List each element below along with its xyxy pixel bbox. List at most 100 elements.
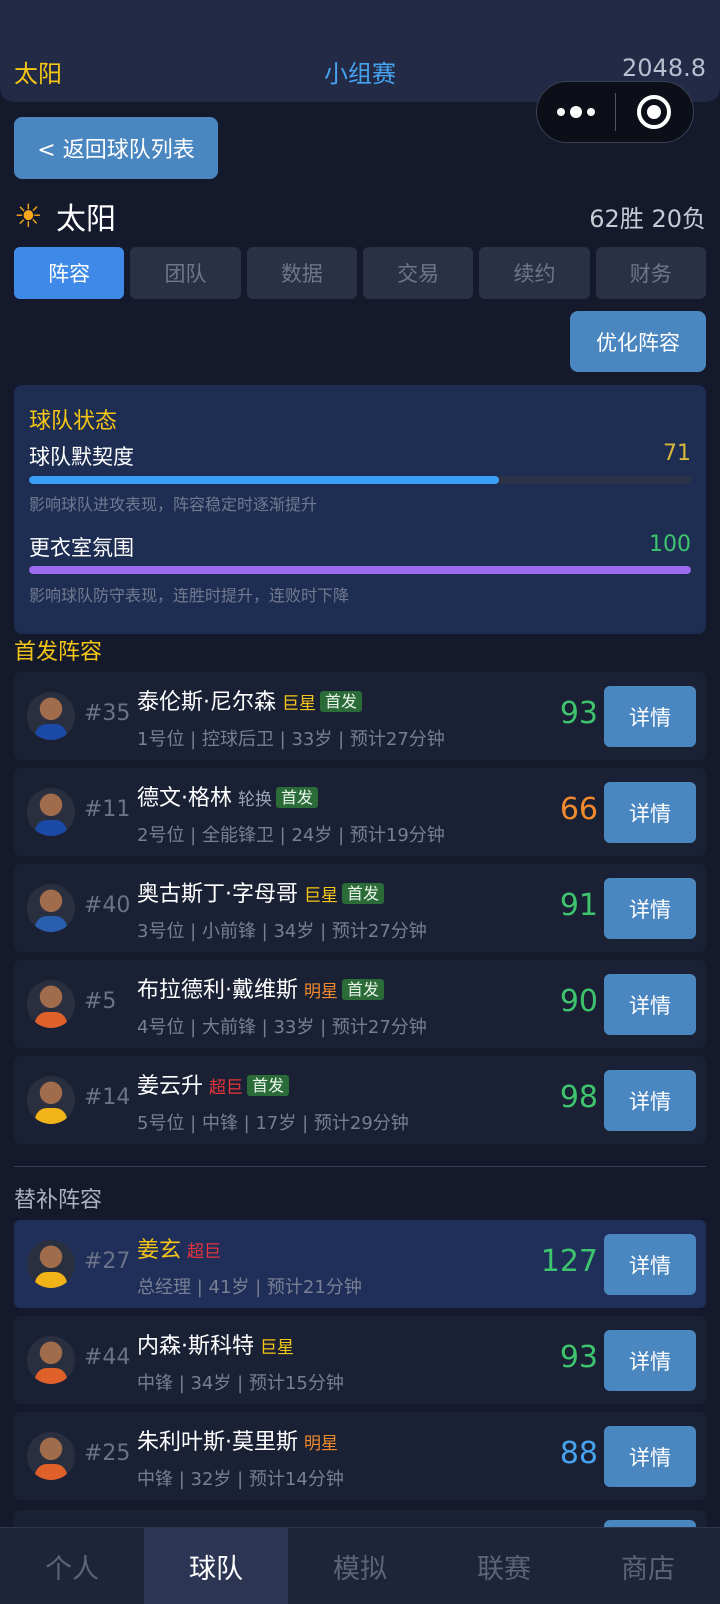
more-icon[interactable] xyxy=(537,106,615,118)
player-name: 姜玄 xyxy=(137,1238,182,1263)
player-tier: 明星 xyxy=(304,1434,338,1454)
player-avatar xyxy=(27,1336,75,1384)
chemistry-bar xyxy=(29,476,691,484)
nav-shop[interactable]: 商店 xyxy=(576,1528,720,1604)
player-info: 中锋 | 34岁 | 预计15分钟 xyxy=(137,1373,344,1394)
bottom-nav: 个人 球队 模拟 联赛 商店 xyxy=(0,1527,720,1604)
player-rating: 98 xyxy=(559,1080,598,1115)
player-rating: 93 xyxy=(559,1340,598,1375)
player-detail-button[interactable]: 详情 xyxy=(604,878,696,939)
player-rating: 66 xyxy=(559,792,598,827)
player-name: 德文·格林 xyxy=(137,786,232,811)
player-number: #44 xyxy=(84,1345,131,1370)
player-detail-button[interactable]: 详情 xyxy=(604,1330,696,1391)
morale-desc: 影响球队防守表现，连胜时提升，连败时下降 xyxy=(29,586,350,605)
starter-badge: 首发 xyxy=(276,787,319,808)
player-rating: 93 xyxy=(559,696,598,731)
player-info: 1号位 | 控球后卫 | 33岁 | 预计27分钟 xyxy=(137,729,445,750)
bench-title: 替补阵容 xyxy=(14,1188,103,1213)
player-row: #25 朱利叶斯·莫里斯 明星 中锋 | 32岁 | 预计14分钟 88 详情 xyxy=(14,1412,706,1500)
player-avatar xyxy=(27,1432,75,1480)
player-rating: 90 xyxy=(559,984,598,1019)
player-info: 3号位 | 小前锋 | 34岁 | 预计27分钟 xyxy=(137,921,427,942)
player-row: #5 布拉德利·戴维斯 明星 首发 4号位 | 大前锋 | 33岁 | 预计27分钟… xyxy=(14,960,706,1048)
starters-title: 首发阵容 xyxy=(14,640,103,665)
chemistry-desc: 影响球队进攻表现，阵容稳定时逐渐提升 xyxy=(29,495,318,514)
player-avatar xyxy=(27,884,75,932)
player-avatar xyxy=(27,1240,75,1288)
chemistry-bar-fill xyxy=(29,476,500,484)
player-detail-button[interactable]: 详情 xyxy=(604,1234,696,1295)
player-info: 5号位 | 中锋 | 17岁 | 预计29分钟 xyxy=(137,1113,409,1134)
player-tier: 巨星 xyxy=(304,886,338,906)
player-info: 4号位 | 大前锋 | 33岁 | 预计27分钟 xyxy=(137,1017,427,1038)
header-money: 2048.8 xyxy=(622,54,706,82)
nav-personal[interactable]: 个人 xyxy=(0,1528,144,1604)
close-target-icon[interactable] xyxy=(616,95,694,129)
player-row: #11 德文·格林 轮换 首发 2号位 | 全能锋卫 | 24岁 | 预计19分钟 … xyxy=(14,768,706,856)
optimize-lineup-button[interactable]: 优化阵容 xyxy=(570,311,706,372)
player-detail-button[interactable]: 详情 xyxy=(604,686,696,747)
tab-trade[interactable]: 交易 xyxy=(362,247,474,299)
player-row: #27 姜玄 超巨 总经理 | 41岁 | 预计21分钟 127 详情 xyxy=(14,1220,706,1308)
player-tier: 明星 xyxy=(304,982,338,1002)
player-name: 姜云升 xyxy=(137,1074,204,1099)
player-detail-button[interactable]: 详情 xyxy=(604,974,696,1035)
player-tier: 超巨 xyxy=(209,1078,244,1098)
player-number: #40 xyxy=(84,893,131,918)
nav-league[interactable]: 联赛 xyxy=(432,1528,576,1604)
tab-renew[interactable]: 续约 xyxy=(479,247,590,299)
player-detail-button[interactable]: 详情 xyxy=(604,1070,696,1131)
team-header: ☀ 太阳 62胜 20负 xyxy=(14,194,706,238)
mini-program-capsule xyxy=(536,81,694,143)
tab-finance[interactable]: 财务 xyxy=(595,247,706,299)
player-tier: 超巨 xyxy=(187,1242,222,1262)
starter-badge: 首发 xyxy=(320,691,363,712)
player-row: #35 泰伦斯·尼尔森 巨星 首发 1号位 | 控球后卫 | 33岁 | 预计27分… xyxy=(14,672,706,760)
player-tier: 巨星 xyxy=(260,1338,294,1358)
player-avatar xyxy=(27,1076,75,1124)
starter-badge: 首发 xyxy=(247,1075,290,1096)
chemistry-label: 球队默契度 xyxy=(29,445,134,469)
player-tier: 巨星 xyxy=(282,694,316,714)
player-name-line: 奥古斯丁·字母哥 巨星 首发 xyxy=(137,876,385,908)
player-avatar xyxy=(27,692,75,740)
player-number: #27 xyxy=(84,1249,131,1274)
player-rating: 88 xyxy=(559,1436,598,1471)
chemistry-value: 71 xyxy=(663,441,691,466)
tab-lineup[interactable]: 阵容 xyxy=(14,247,125,299)
tab-stats[interactable]: 数据 xyxy=(246,247,357,299)
player-row: #40 奥古斯丁·字母哥 巨星 首发 3号位 | 小前锋 | 34岁 | 预计27分… xyxy=(14,864,706,952)
player-row: #44 内森·斯科特 巨星 中锋 | 34岁 | 预计15分钟 93 详情 xyxy=(14,1316,706,1404)
player-detail-button[interactable]: 详情 xyxy=(604,1426,696,1487)
nav-simulate[interactable]: 模拟 xyxy=(288,1528,432,1604)
player-name: 奥古斯丁·字母哥 xyxy=(137,882,298,907)
starter-badge: 首发 xyxy=(342,883,385,904)
section-divider xyxy=(14,1166,706,1167)
player-name-line: 布拉德利·戴维斯 明星 首发 xyxy=(137,972,385,1004)
player-name: 朱利叶斯·莫里斯 xyxy=(137,1430,298,1455)
morale-label: 更衣室氛围 xyxy=(29,536,134,560)
player-name-line: 内森·斯科特 巨星 xyxy=(137,1328,294,1360)
morale-bar-fill xyxy=(29,566,691,574)
player-name-line: 泰伦斯·尼尔森 巨星 首发 xyxy=(137,684,363,716)
team-status-card: 球队状态 球队默契度 71 影响球队进攻表现，阵容稳定时逐渐提升 更衣室氛围 1… xyxy=(14,385,706,634)
player-name: 内森·斯科特 xyxy=(137,1334,254,1359)
player-name-line: 德文·格林 轮换 首发 xyxy=(137,780,319,812)
team-name: 太阳 xyxy=(56,202,116,237)
player-number: #5 xyxy=(84,989,117,1014)
tab-team[interactable]: 团队 xyxy=(130,247,241,299)
player-number: #35 xyxy=(84,701,131,726)
player-row: #14 姜云升 超巨 首发 5号位 | 中锋 | 17岁 | 预计29分钟 98 详… xyxy=(14,1056,706,1144)
player-tier: 轮换 xyxy=(238,790,272,810)
player-name-line: 朱利叶斯·莫里斯 明星 xyxy=(137,1424,338,1456)
player-number: #11 xyxy=(84,797,131,822)
player-info: 中锋 | 32岁 | 预计14分钟 xyxy=(137,1469,344,1490)
player-detail-button[interactable]: 详情 xyxy=(604,782,696,843)
player-number: #14 xyxy=(84,1085,131,1110)
morale-bar xyxy=(29,566,691,574)
status-title: 球队状态 xyxy=(29,409,118,434)
team-record: 62胜 20负 xyxy=(589,204,706,233)
back-to-team-list-button[interactable]: < 返回球队列表 xyxy=(14,117,218,179)
nav-team[interactable]: 球队 xyxy=(144,1528,288,1604)
